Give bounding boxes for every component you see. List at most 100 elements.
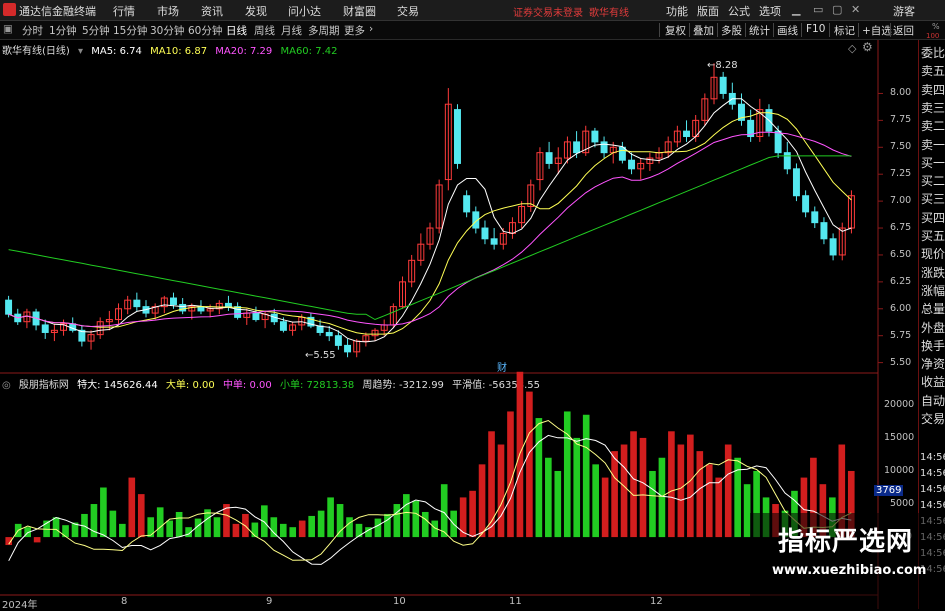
login-notice[interactable]: 证券交易未登录	[513, 4, 583, 19]
period-30min[interactable]: 30分钟	[150, 23, 184, 38]
y-tick-label: 6.00	[890, 302, 912, 314]
side-panel-item[interactable]: 现价	[921, 245, 945, 262]
y-tick-label: 7.00	[890, 195, 912, 207]
tick-time: 14:56	[920, 484, 945, 495]
volume-bar	[52, 517, 60, 538]
biaoji-button[interactable]: 标记	[834, 23, 855, 38]
volume-bar	[478, 464, 486, 538]
side-panel-item[interactable]: 总量	[921, 300, 945, 317]
side-panel-item[interactable]: 买四	[921, 209, 945, 226]
volume-bar	[412, 500, 420, 538]
back-button[interactable]: 返回	[893, 23, 914, 38]
candle-body	[5, 299, 13, 315]
candle-body	[234, 306, 242, 318]
menu-item-xuanxiang[interactable]: 选项	[759, 3, 781, 19]
period-5min[interactable]: 5分钟	[82, 23, 110, 38]
side-panel-item[interactable]: 净资	[921, 355, 945, 372]
side-panel-item[interactable]: 外盘	[921, 319, 945, 336]
side-panel-item[interactable]: 买五	[921, 227, 945, 244]
x-label-sep: 9	[266, 596, 273, 607]
volume-bar	[232, 523, 240, 538]
side-panel-item[interactable]: 卖五	[921, 62, 945, 79]
period-60min[interactable]: 60分钟	[188, 23, 222, 38]
menu-item-shichang[interactable]: 市场	[157, 3, 179, 19]
volume-bar	[213, 517, 221, 538]
menu-item-faxian[interactable]: 发现	[245, 3, 267, 19]
side-panel-item[interactable]: 买二	[921, 172, 945, 189]
candle-body	[774, 130, 782, 154]
close-icon[interactable]: ✕	[851, 3, 860, 16]
period-fenshi[interactable]: 分时	[22, 23, 43, 38]
side-panel-item[interactable]: 卖四	[921, 81, 945, 98]
side-panel-item[interactable]: 委比	[921, 44, 945, 61]
menu-item-banmian[interactable]: 版面	[697, 3, 719, 19]
volume-bar	[327, 497, 334, 538]
period-monthly[interactable]: 月线	[281, 23, 302, 38]
minimize-icon[interactable]: ▁	[792, 3, 800, 16]
period-daily[interactable]: 日线	[226, 23, 247, 38]
side-panel-item[interactable]: 自动	[921, 392, 945, 409]
period-weekly[interactable]: 周线	[254, 23, 275, 38]
chevron-right-icon[interactable]: ›	[369, 23, 373, 35]
maximize-icon[interactable]: ▭	[813, 3, 823, 16]
huaxian-button[interactable]: 画线	[777, 23, 798, 38]
volume-bar	[289, 527, 297, 538]
volume-bar	[715, 477, 723, 538]
period-1min[interactable]: 1分钟	[49, 23, 77, 38]
volume-bar	[355, 523, 363, 538]
candle-body	[792, 168, 800, 197]
side-panel-item[interactable]: 卖三	[921, 99, 945, 116]
side-panel-item[interactable]: 交易	[921, 410, 945, 427]
menu-item-jiaoyi[interactable]: 交易	[397, 3, 419, 19]
side-panel-item[interactable]: 涨跌	[921, 264, 945, 281]
high-price-marker: ←8.28	[707, 60, 738, 71]
side-panel-item[interactable]: 收益	[921, 373, 945, 390]
y-tick-label: 5.75	[890, 329, 912, 341]
menu-item-gongneng[interactable]: 功能	[666, 3, 688, 19]
volume-bar	[639, 437, 647, 538]
menu-item-gongshi[interactable]: 公式	[728, 3, 750, 19]
watermark-title: 指标严选网	[778, 527, 914, 557]
period-more[interactable]: 更多	[344, 23, 365, 38]
volume-bar	[724, 444, 732, 538]
tongji-button[interactable]: 统计	[749, 23, 770, 38]
candle-body	[811, 211, 819, 224]
low-price-marker: ←5.55	[305, 350, 336, 361]
diejia-button[interactable]: 叠加	[693, 23, 714, 38]
add-watchlist-button[interactable]: +自选	[862, 23, 892, 38]
guest-button[interactable]: 游客	[893, 3, 915, 19]
volume-bar	[336, 504, 344, 538]
watermark-box: 指标严选网 www.xuezhibiao.com	[750, 513, 945, 609]
finance-event-marker[interactable]: 财	[497, 359, 507, 374]
candle-body	[628, 159, 636, 170]
restore-icon[interactable]: ▢	[832, 3, 842, 16]
side-panel-item[interactable]: 换手	[921, 337, 945, 354]
menu-item-caifuquan[interactable]: 财富圈	[343, 3, 376, 19]
volume-bar	[128, 477, 136, 538]
volume-bar	[147, 517, 155, 538]
current-value-badge: 3769	[874, 485, 904, 496]
period-15min[interactable]: 15分钟	[113, 23, 147, 38]
side-panel-item[interactable]: 买三	[921, 190, 945, 207]
stock-name-title: 歌华有线	[589, 8, 629, 19]
menu-item-zixun[interactable]: 资讯	[201, 3, 223, 19]
volume-bar	[554, 470, 562, 538]
side-panel-item[interactable]: 卖二	[921, 117, 945, 134]
volume-bar	[33, 537, 41, 543]
duogu-button[interactable]: 多股	[721, 23, 742, 38]
expand-icon[interactable]: ▣	[3, 23, 13, 35]
period-multi[interactable]: 多周期	[308, 23, 340, 38]
y-tick-label: 6.75	[890, 222, 912, 234]
side-panel-item[interactable]: 卖一	[921, 136, 945, 153]
menu-item-hangqing[interactable]: 行情	[113, 3, 135, 19]
f10-button[interactable]: F10	[806, 23, 825, 35]
volume-bar	[601, 477, 609, 538]
volume-bar	[592, 464, 599, 538]
volume-bar	[469, 490, 476, 538]
fuquan-button[interactable]: 复权	[665, 23, 686, 38]
volume-bar	[611, 451, 618, 538]
side-panel-item[interactable]: 买一	[921, 154, 945, 171]
side-panel-item[interactable]: 涨幅	[921, 282, 945, 299]
menu-item-wenxiaoda[interactable]: 问小达	[288, 3, 321, 19]
candle-body	[454, 109, 461, 164]
